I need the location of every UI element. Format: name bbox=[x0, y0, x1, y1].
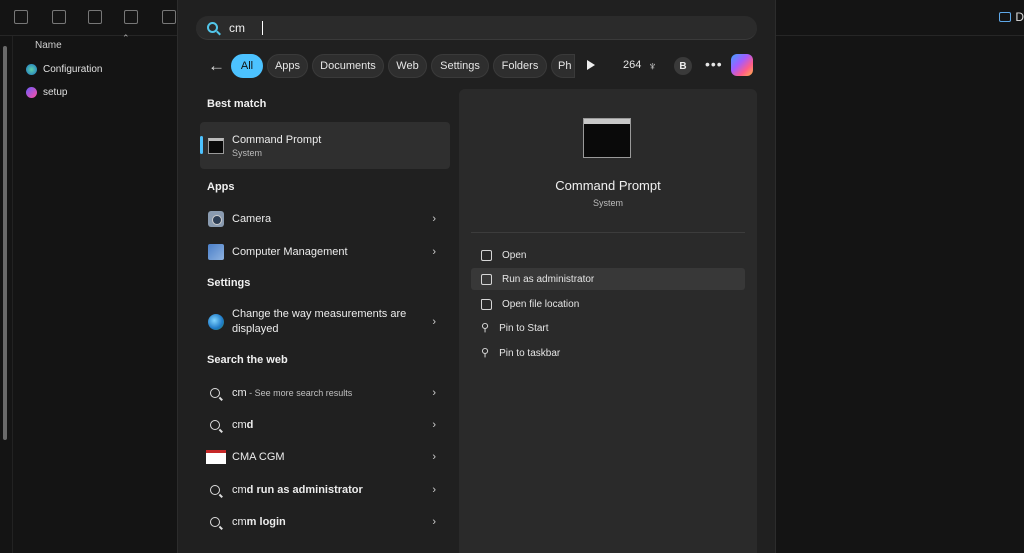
details-pane: Command Prompt System Open Run as admini… bbox=[459, 89, 757, 553]
filter-chip-documents[interactable]: Documents bbox=[312, 54, 384, 78]
account-avatar[interactable]: B bbox=[674, 57, 692, 75]
globe-icon bbox=[208, 314, 224, 330]
filter-chip-all[interactable]: All bbox=[231, 54, 263, 78]
filter-bar: ← All Apps Documents Web Settings Folder… bbox=[202, 54, 762, 78]
pin-icon: ⚲ bbox=[481, 321, 490, 334]
chevron-right-icon[interactable]: › bbox=[432, 451, 436, 463]
chevron-right-icon[interactable]: › bbox=[432, 484, 436, 496]
sort-caret-icon: ⌃ bbox=[122, 33, 130, 43]
result-subtitle: System bbox=[232, 148, 263, 158]
search-box[interactable] bbox=[196, 16, 757, 40]
details-pane-button[interactable]: D bbox=[999, 10, 1024, 24]
chevron-right-icon[interactable]: › bbox=[432, 419, 436, 431]
action-run-as-administrator[interactable]: Run as administrator bbox=[471, 268, 745, 290]
search-input[interactable] bbox=[229, 20, 629, 35]
copilot-icon[interactable] bbox=[731, 54, 753, 76]
details-pane-icon bbox=[999, 12, 1012, 22]
paste-icon[interactable] bbox=[52, 10, 66, 24]
result-camera[interactable]: Camera › bbox=[200, 209, 450, 229]
action-pin-to-taskbar[interactable]: ⚲ Pin to taskbar bbox=[471, 342, 745, 364]
chevron-right-icon[interactable]: › bbox=[432, 246, 436, 258]
folder-icon bbox=[481, 298, 492, 310]
web-result-see-more[interactable]: cm - See more search results › bbox=[200, 383, 450, 403]
cma-cgm-logo-icon bbox=[206, 450, 226, 464]
result-computer-management[interactable]: Computer Management › bbox=[200, 242, 450, 262]
chevron-right-icon[interactable]: › bbox=[432, 213, 436, 225]
web-result-cmd-run-admin[interactable]: cmd run as administrator › bbox=[200, 480, 450, 500]
details-subtitle: System bbox=[592, 198, 623, 208]
computer-management-icon bbox=[208, 244, 224, 260]
filter-chip-photos[interactable]: Ph bbox=[551, 54, 575, 78]
start-search-panel: ← All Apps Documents Web Settings Folder… bbox=[177, 0, 776, 553]
back-arrow-icon[interactable]: ← bbox=[208, 56, 225, 76]
delete-icon[interactable] bbox=[162, 10, 176, 24]
section-best-match: Best match bbox=[207, 98, 267, 110]
result-title: Command Prompt bbox=[232, 134, 322, 146]
web-result-cmm-login[interactable]: cmm login › bbox=[200, 512, 450, 532]
text-caret bbox=[262, 21, 263, 35]
copy-icon[interactable] bbox=[14, 10, 28, 24]
open-external-icon bbox=[481, 249, 492, 261]
filter-chip-settings[interactable]: Settings bbox=[431, 54, 489, 78]
more-options-icon[interactable]: ••• bbox=[705, 56, 723, 72]
best-match-command-prompt[interactable]: Command Prompt System bbox=[200, 122, 450, 169]
more-filters-play-icon[interactable] bbox=[587, 60, 595, 70]
edge-icon bbox=[26, 64, 37, 75]
search-icon bbox=[210, 517, 220, 527]
filter-chip-apps[interactable]: Apps bbox=[267, 54, 308, 78]
search-icon bbox=[207, 22, 218, 33]
filter-chip-web[interactable]: Web bbox=[388, 54, 427, 78]
result-measurement-setting[interactable]: Change the way measurements are displaye… bbox=[200, 306, 450, 338]
section-apps: Apps bbox=[207, 181, 235, 193]
column-header-name[interactable]: Name bbox=[35, 40, 62, 51]
nav-scrollbar[interactable] bbox=[3, 46, 7, 440]
search-icon bbox=[210, 485, 220, 495]
web-result-cma-cgm[interactable]: CMA CGM › bbox=[200, 447, 450, 467]
filter-chip-folders[interactable]: Folders bbox=[493, 54, 547, 78]
chevron-right-icon[interactable]: › bbox=[432, 387, 436, 399]
file-item[interactable]: setup bbox=[26, 87, 67, 98]
section-search-web: Search the web bbox=[207, 354, 288, 366]
details-divider bbox=[471, 232, 745, 233]
nav-divider bbox=[12, 36, 13, 553]
chevron-right-icon[interactable]: › bbox=[432, 316, 436, 328]
file-item[interactable]: Configuration bbox=[26, 64, 102, 75]
media-icon bbox=[26, 87, 37, 98]
shield-admin-icon bbox=[481, 273, 492, 285]
rename-icon[interactable] bbox=[88, 10, 102, 24]
search-icon bbox=[210, 420, 220, 430]
action-open[interactable]: Open bbox=[471, 244, 745, 266]
action-open-file-location[interactable]: Open file location bbox=[471, 293, 745, 315]
details-title: Command Prompt bbox=[555, 178, 661, 193]
section-settings: Settings bbox=[207, 277, 251, 289]
camera-icon bbox=[208, 211, 224, 227]
search-icon bbox=[210, 388, 220, 398]
action-pin-to-start[interactable]: ⚲ Pin to Start bbox=[471, 317, 745, 339]
selection-accent bbox=[200, 136, 203, 154]
share-icon[interactable] bbox=[124, 10, 138, 24]
rewards-points[interactable]: 264 bbox=[623, 59, 641, 71]
pin-icon: ⚲ bbox=[481, 346, 490, 359]
command-prompt-large-icon bbox=[583, 118, 631, 158]
command-prompt-icon bbox=[208, 137, 224, 154]
web-result-cmd[interactable]: cmd › bbox=[200, 415, 450, 435]
chevron-right-icon[interactable]: › bbox=[432, 516, 436, 528]
rewards-trophy-icon[interactable]: ♆ bbox=[648, 59, 657, 73]
